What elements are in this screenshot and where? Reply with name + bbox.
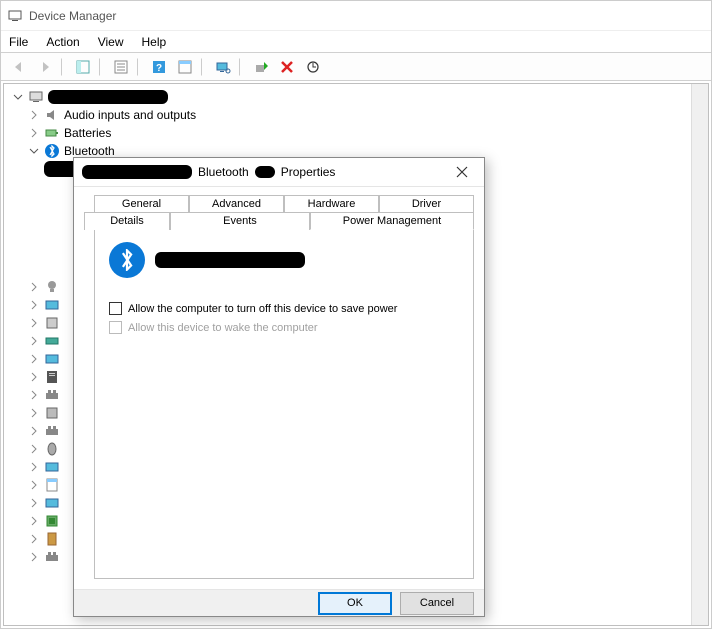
menubar: File Action View Help — [1, 31, 711, 53]
menu-view[interactable]: View — [98, 35, 124, 49]
dialog-titlebar[interactable]: Bluetooth Properties — [74, 158, 484, 187]
toolbar-separator — [61, 58, 67, 76]
redacted-text — [82, 165, 192, 179]
bluetooth-icon — [44, 143, 60, 159]
dialog-title-suffix: Properties — [281, 165, 336, 179]
toolbar-back-button[interactable] — [7, 56, 31, 78]
tree-item-batteries[interactable]: Batteries — [8, 124, 708, 142]
tab-hardware[interactable]: Hardware — [284, 195, 379, 212]
checkbox-label: Allow the computer to turn off this devi… — [128, 303, 397, 315]
chevron-right-icon[interactable] — [28, 353, 40, 365]
chevron-right-icon[interactable] — [28, 281, 40, 293]
chevron-right-icon[interactable] — [28, 299, 40, 311]
toolbar-uninstall-device-button[interactable] — [275, 56, 299, 78]
properties-dialog: Bluetooth Properties General Advanced Ha… — [73, 157, 485, 617]
chevron-right-icon[interactable] — [28, 479, 40, 491]
device-category-icon — [44, 513, 60, 529]
device-category-icon — [44, 423, 60, 439]
vertical-scrollbar[interactable] — [691, 84, 708, 625]
chevron-right-icon[interactable] — [28, 551, 40, 563]
chevron-right-icon[interactable] — [28, 497, 40, 509]
device-category-icon — [44, 333, 60, 349]
chevron-right-icon[interactable] — [28, 389, 40, 401]
tab-general[interactable]: General — [94, 195, 189, 212]
checkbox-icon[interactable] — [109, 302, 122, 315]
checkbox-allow-wake: Allow this device to wake the computer — [109, 321, 459, 334]
toolbar-separator — [201, 58, 207, 76]
tab-events[interactable]: Events — [170, 212, 310, 230]
tab-details[interactable]: Details — [84, 212, 170, 230]
chevron-right-icon[interactable] — [28, 127, 40, 139]
device-category-icon — [44, 459, 60, 475]
chevron-right-icon[interactable] — [28, 461, 40, 473]
menu-help[interactable]: Help — [142, 35, 167, 49]
checkbox-icon — [109, 321, 122, 334]
device-category-icon — [44, 441, 60, 457]
toolbar-help-button[interactable]: ? — [147, 56, 171, 78]
tab-power-management[interactable]: Power Management — [310, 212, 474, 230]
bluetooth-icon — [109, 242, 145, 278]
svg-text:?: ? — [156, 63, 162, 74]
chevron-right-icon[interactable] — [28, 443, 40, 455]
redacted-text — [155, 252, 305, 268]
menu-file[interactable]: File — [9, 35, 28, 49]
checkbox-allow-turn-off[interactable]: Allow the computer to turn off this devi… — [109, 302, 459, 315]
toolbar-properties-button[interactable] — [109, 56, 133, 78]
device-category-icon — [44, 531, 60, 547]
chevron-right-icon[interactable] — [28, 335, 40, 347]
close-button[interactable] — [442, 158, 482, 186]
speaker-icon — [44, 107, 60, 123]
tree-root[interactable] — [8, 88, 708, 106]
checkbox-label: Allow this device to wake the computer — [128, 322, 318, 334]
device-manager-icon — [7, 8, 23, 24]
menu-action[interactable]: Action — [46, 35, 79, 49]
device-category-icon — [44, 315, 60, 331]
chevron-right-icon[interactable] — [28, 515, 40, 527]
device-category-icon — [44, 297, 60, 313]
tree-item-label: Batteries — [64, 126, 111, 140]
toolbar-scan-hardware-button[interactable] — [211, 56, 235, 78]
chevron-right-icon[interactable] — [28, 317, 40, 329]
window-title: Device Manager — [29, 9, 116, 23]
toolbar-update-driver-button[interactable] — [301, 56, 325, 78]
device-category-icon — [44, 369, 60, 385]
window-titlebar: Device Manager — [1, 1, 711, 31]
toolbar-separator — [137, 58, 143, 76]
toolbar-action-button[interactable] — [173, 56, 197, 78]
tree-item-audio[interactable]: Audio inputs and outputs — [8, 106, 708, 124]
dialog-footer: OK Cancel — [74, 589, 484, 616]
redacted-text — [48, 90, 168, 104]
toolbar: ? — [1, 53, 711, 81]
battery-icon — [44, 125, 60, 141]
toolbar-forward-button[interactable] — [33, 56, 57, 78]
device-category-icon — [44, 477, 60, 493]
toolbar-separator — [239, 58, 245, 76]
device-category-icon — [44, 351, 60, 367]
chevron-down-icon[interactable] — [28, 145, 40, 157]
tab-advanced[interactable]: Advanced — [189, 195, 284, 212]
cancel-button[interactable]: Cancel — [400, 592, 474, 615]
toolbar-enable-device-button[interactable] — [249, 56, 273, 78]
chevron-right-icon[interactable] — [28, 371, 40, 383]
tab-panel-power-management: Allow the computer to turn off this devi… — [94, 229, 474, 579]
toolbar-show-hide-tree-button[interactable] — [71, 56, 95, 78]
ok-button[interactable]: OK — [318, 592, 392, 615]
redacted-text — [255, 166, 275, 178]
tree-item-label: Audio inputs and outputs — [64, 108, 196, 122]
chevron-right-icon[interactable] — [28, 533, 40, 545]
device-category-icon — [44, 549, 60, 565]
dialog-title-fragment: Bluetooth — [198, 165, 249, 179]
toolbar-separator — [99, 58, 105, 76]
device-category-icon — [44, 387, 60, 403]
chevron-right-icon[interactable] — [28, 109, 40, 121]
device-category-icon — [44, 405, 60, 421]
chevron-right-icon[interactable] — [28, 425, 40, 437]
tree-item-label: Bluetooth — [64, 144, 115, 158]
tab-driver[interactable]: Driver — [379, 195, 474, 212]
computer-icon — [28, 89, 44, 105]
device-category-icon — [44, 495, 60, 511]
device-category-icon — [44, 279, 60, 295]
chevron-down-icon[interactable] — [12, 91, 24, 103]
chevron-right-icon[interactable] — [28, 407, 40, 419]
